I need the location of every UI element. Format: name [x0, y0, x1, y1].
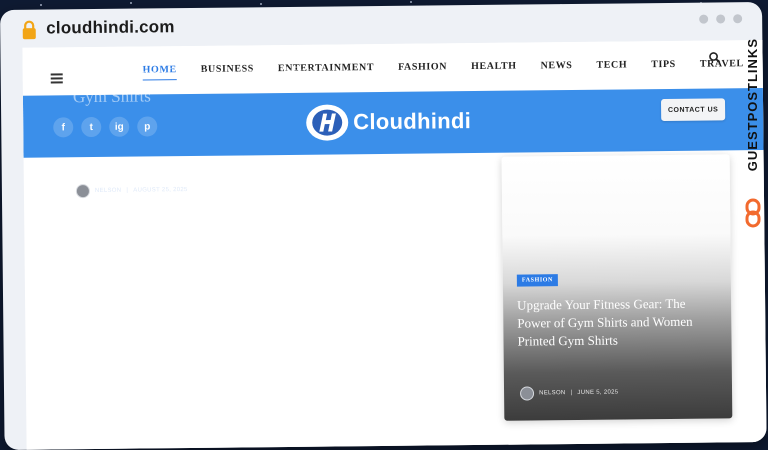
window-controls [699, 14, 743, 24]
menu-item-home[interactable]: HOME [143, 64, 177, 75]
post-date: JUNE 5, 2025 [577, 389, 619, 396]
post-date: AUGUST 25, 2025 [133, 187, 188, 194]
author-avatar [75, 184, 90, 199]
social-links: f t ig p [53, 116, 158, 138]
search-icon[interactable] [708, 51, 721, 64]
window-dot[interactable] [699, 14, 709, 24]
window-dot[interactable] [733, 14, 743, 24]
menu-item-business[interactable]: BUSINESS [201, 63, 254, 75]
chain-link-icon [745, 198, 761, 228]
byline-separator: | [126, 187, 129, 194]
menu-item-entertainment[interactable]: ENTERTAINMENT [278, 62, 374, 74]
overlay-post-byline: NELSON | AUGUST 25, 2025 [75, 183, 188, 199]
menu-item-tips[interactable]: TIPS [651, 59, 676, 70]
author-avatar [519, 386, 535, 401]
twitter-icon[interactable]: t [81, 116, 102, 138]
menu-item-news[interactable]: NEWS [541, 60, 573, 71]
menu-item-fashion[interactable]: FASHION [398, 61, 447, 73]
logo-text: Cloudhindi [353, 108, 472, 135]
lock-icon [22, 20, 36, 40]
menu-list: HOME BUSINESS ENTERTAINMENT FASHION HEAL… [143, 58, 767, 75]
instagram-icon[interactable]: ig [109, 116, 130, 137]
menu-item-health[interactable]: HEALTH [471, 61, 517, 72]
author-name[interactable]: NELSON [95, 188, 122, 194]
featured-post-byline: NELSON | JUNE 5, 2025 [519, 386, 619, 401]
window-dot[interactable] [716, 14, 726, 24]
browser-window: cloudhindi.com HOME BUSINESS ENTERTAINME… [0, 2, 767, 450]
url-text[interactable]: cloudhindi.com [46, 17, 175, 38]
featured-post-card[interactable]: FASHION Upgrade Your Fitness Gear: The P… [501, 154, 733, 421]
facebook-icon[interactable]: f [53, 117, 74, 138]
contact-us-button[interactable]: CONTACT US [660, 98, 726, 122]
page-viewport: HOME BUSINESS ENTERTAINMENT FASHION HEAL… [22, 39, 767, 450]
byline-separator: | [570, 390, 573, 397]
address-bar[interactable]: cloudhindi.com [0, 2, 762, 46]
header-banner: f t ig p Cloudhindi CONTACT US NELSON | … [22, 87, 766, 199]
guestpostlinks-watermark: GUESTPOSTLINKS [742, 34, 764, 234]
menu-item-tech[interactable]: TECH [596, 59, 627, 70]
watermark-text: GUESTPOSTLINKS [745, 38, 760, 172]
category-badge[interactable]: FASHION [516, 274, 559, 287]
pinterest-icon[interactable]: p [137, 116, 158, 137]
site-logo[interactable]: Cloudhindi [305, 101, 471, 143]
featured-post-title[interactable]: Upgrade Your Fitness Gear: The Power of … [517, 295, 698, 351]
menu-item-travel[interactable]: TRAVEL [700, 58, 744, 69]
logo-h-icon [306, 104, 349, 141]
hamburger-menu-icon[interactable] [50, 73, 63, 84]
author-name[interactable]: NELSON [539, 390, 566, 396]
